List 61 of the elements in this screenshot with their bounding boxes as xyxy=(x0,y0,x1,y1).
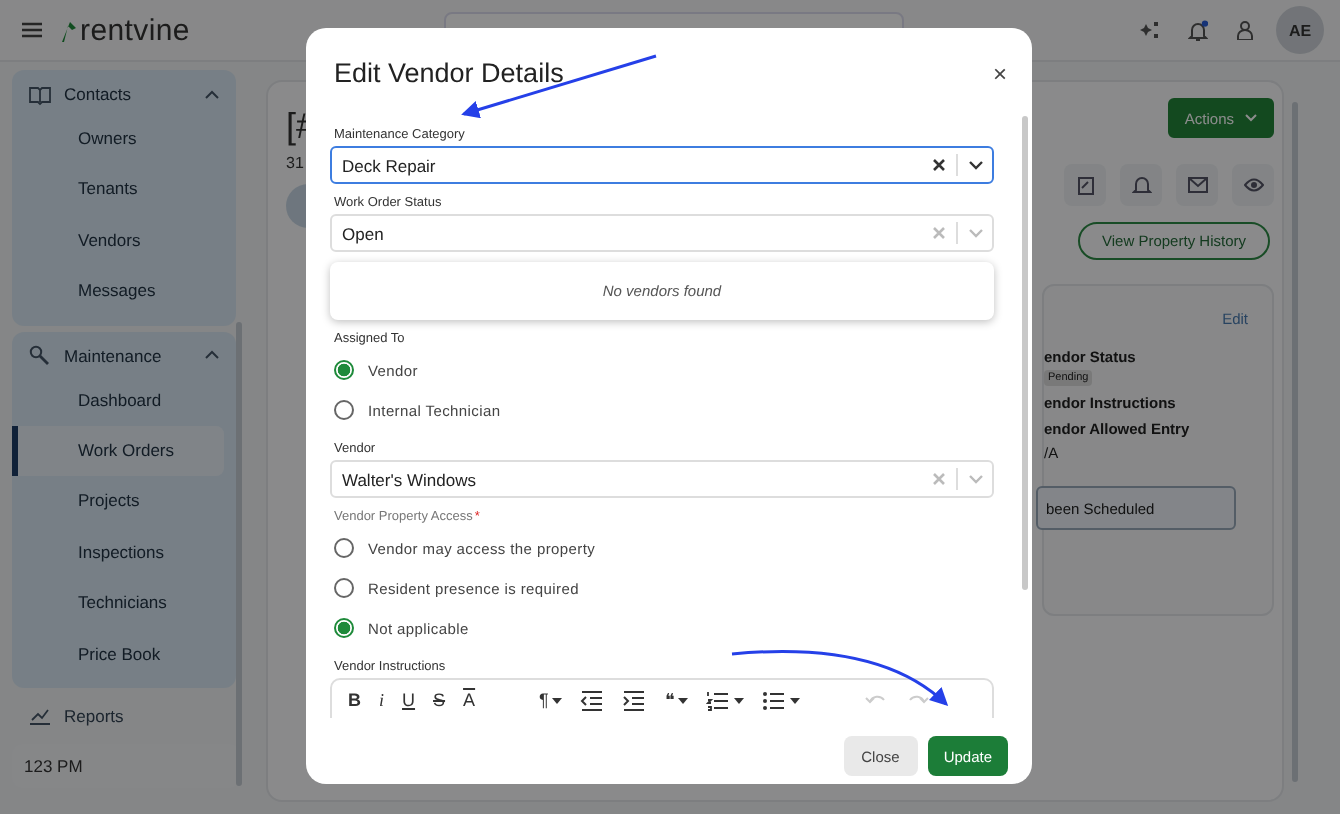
sidebar-item[interactable]: Reports xyxy=(12,693,236,738)
book-icon xyxy=(28,83,52,105)
eye-icon xyxy=(1243,174,1263,196)
avatar[interactable]: AE xyxy=(1276,6,1324,54)
logo-icon xyxy=(60,19,78,41)
radio-button[interactable] xyxy=(334,360,354,380)
chart-icon xyxy=(28,704,52,727)
indent-icon xyxy=(622,689,647,711)
radio-button[interactable] xyxy=(334,578,354,598)
sidebar-item[interactable]: Price Book xyxy=(12,629,224,680)
italic-button[interactable]: i xyxy=(379,686,385,714)
chevron-icon xyxy=(1244,114,1258,122)
numbered-icon xyxy=(706,689,731,711)
dialog-title: Edit Vendor Details xyxy=(334,58,564,88)
sidebar-item[interactable]: Work Orders xyxy=(12,425,224,477)
radio-button[interactable] xyxy=(334,400,354,420)
bold-button[interactable]: B xyxy=(348,686,361,714)
caret-icon xyxy=(734,697,745,703)
person-icon[interactable] xyxy=(1236,20,1254,40)
sidebar-item[interactable]: Dashboard xyxy=(12,375,224,426)
caret-icon xyxy=(790,697,801,703)
menu-icon[interactable] xyxy=(22,22,42,38)
clear-icon[interactable] xyxy=(932,158,946,172)
icon-button[interactable] xyxy=(1064,164,1106,206)
strike-button[interactable]: S xyxy=(433,686,446,714)
sidebar-item[interactable]: Messages xyxy=(12,266,224,318)
bullets-icon xyxy=(762,689,787,711)
page-subtitle: 31 xyxy=(286,154,304,172)
numbered-button[interactable] xyxy=(706,686,745,714)
clear-button[interactable]: A xyxy=(463,686,476,714)
sidebar-item[interactable]: Inspections xyxy=(12,527,224,579)
select-field[interactable]: Deck Repair xyxy=(330,146,994,184)
sidebar-group-header[interactable]: Maintenance xyxy=(12,335,236,376)
underline-button[interactable]: U xyxy=(402,686,416,714)
sidebar-group-header[interactable]: Contacts xyxy=(12,74,236,114)
chevron-icon[interactable] xyxy=(968,160,984,170)
outdent-icon xyxy=(580,689,605,711)
icon-button[interactable] xyxy=(1176,164,1218,206)
icon-button[interactable] xyxy=(1120,164,1162,206)
bell-icon[interactable] xyxy=(1188,19,1208,41)
close-button[interactable]: × xyxy=(988,59,1012,87)
quote-button[interactable]: ❝ xyxy=(664,686,689,714)
caret-icon xyxy=(678,697,689,703)
bell-icon xyxy=(1131,174,1151,196)
sidebar-item[interactable]: Owners xyxy=(12,114,224,165)
paragraph-button[interactable]: ¶ xyxy=(539,686,563,714)
sidebar-item[interactable]: Technicians xyxy=(12,578,224,630)
sidebar-item[interactable]: Projects xyxy=(12,476,224,528)
sidebar-item[interactable]: Tenants xyxy=(12,164,224,216)
bullets-button[interactable] xyxy=(762,686,801,714)
indent-button[interactable] xyxy=(622,686,647,714)
sidebar-item[interactable]: Vendors xyxy=(12,215,224,267)
radio-button[interactable] xyxy=(334,538,354,558)
radio-button[interactable] xyxy=(334,618,354,638)
sparkle-icon[interactable] xyxy=(1140,20,1160,40)
icon-button[interactable] xyxy=(1232,164,1274,206)
mail-icon xyxy=(1187,174,1207,196)
clipboard-icon xyxy=(1075,174,1095,196)
outdent-button[interactable] xyxy=(580,686,605,714)
caret-icon xyxy=(552,697,563,703)
logo-text: rentvine xyxy=(80,13,190,47)
